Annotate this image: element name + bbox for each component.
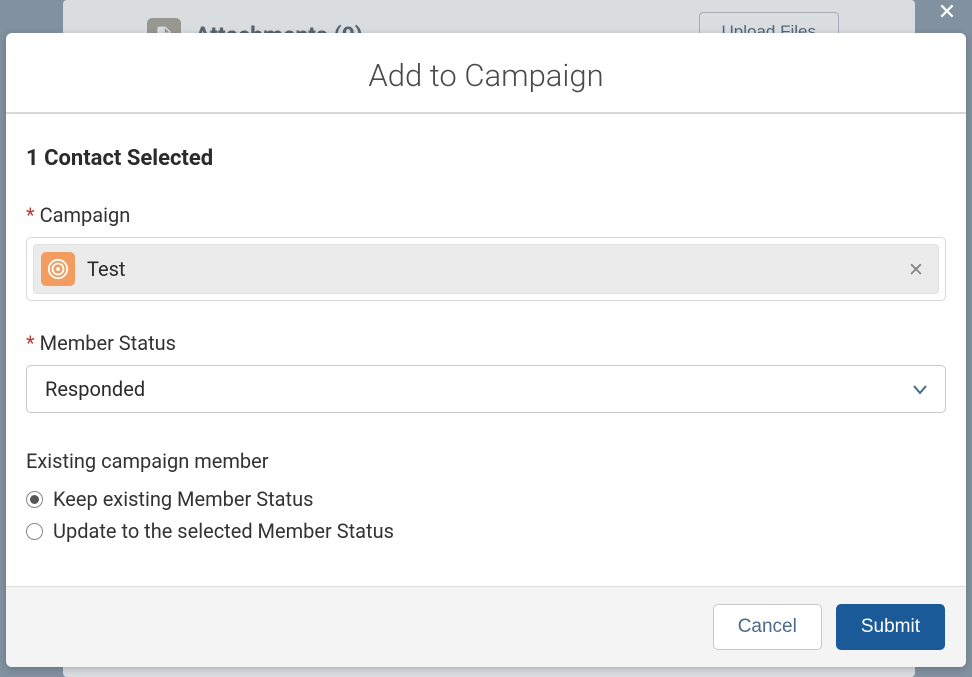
campaign-form-group: *Campaign Test ✕ [26,203,946,301]
modal-body: 1 Contact Selected *Campaign Test ✕ [6,114,966,586]
chevron-down-icon [913,380,927,399]
radio-icon [26,491,43,508]
campaign-pill: Test ✕ [33,244,939,294]
radio-label: Keep existing Member Status [53,487,313,511]
modal-footer: Cancel Submit [6,586,966,667]
member-status-form-group: *Member Status Responded [26,331,946,413]
campaign-selected-value: Test [87,257,894,281]
campaign-lookup[interactable]: Test ✕ [26,237,946,301]
submit-button[interactable]: Submit [836,604,945,650]
existing-member-section: Existing campaign member Keep existing M… [26,449,946,543]
close-icon[interactable]: ✕ [936,2,958,24]
radio-keep-existing[interactable]: Keep existing Member Status [26,487,946,511]
member-status-select[interactable]: Responded [26,365,946,413]
member-status-label-text: Member Status [40,331,176,355]
required-mark: * [26,203,35,227]
campaign-label: *Campaign [26,203,946,227]
existing-heading: Existing campaign member [26,449,946,473]
modal-title: Add to Campaign [26,57,946,94]
radio-icon [26,523,43,540]
cancel-button[interactable]: Cancel [713,604,822,650]
backdrop: Attachments (0) Upload Files ✕ Add to Ca… [0,0,972,677]
add-to-campaign-modal: Add to Campaign 1 Contact Selected *Camp… [6,33,966,667]
member-status-value: Responded [45,377,145,401]
selection-count: 1 Contact Selected [26,146,946,171]
campaign-icon [41,252,75,286]
member-status-label: *Member Status [26,331,946,355]
remove-campaign-icon[interactable]: ✕ [906,259,926,279]
campaign-label-text: Campaign [40,203,131,227]
modal-header: Add to Campaign [6,33,966,114]
radio-update-status[interactable]: Update to the selected Member Status [26,519,946,543]
radio-label: Update to the selected Member Status [53,519,394,543]
required-mark: * [26,331,35,355]
